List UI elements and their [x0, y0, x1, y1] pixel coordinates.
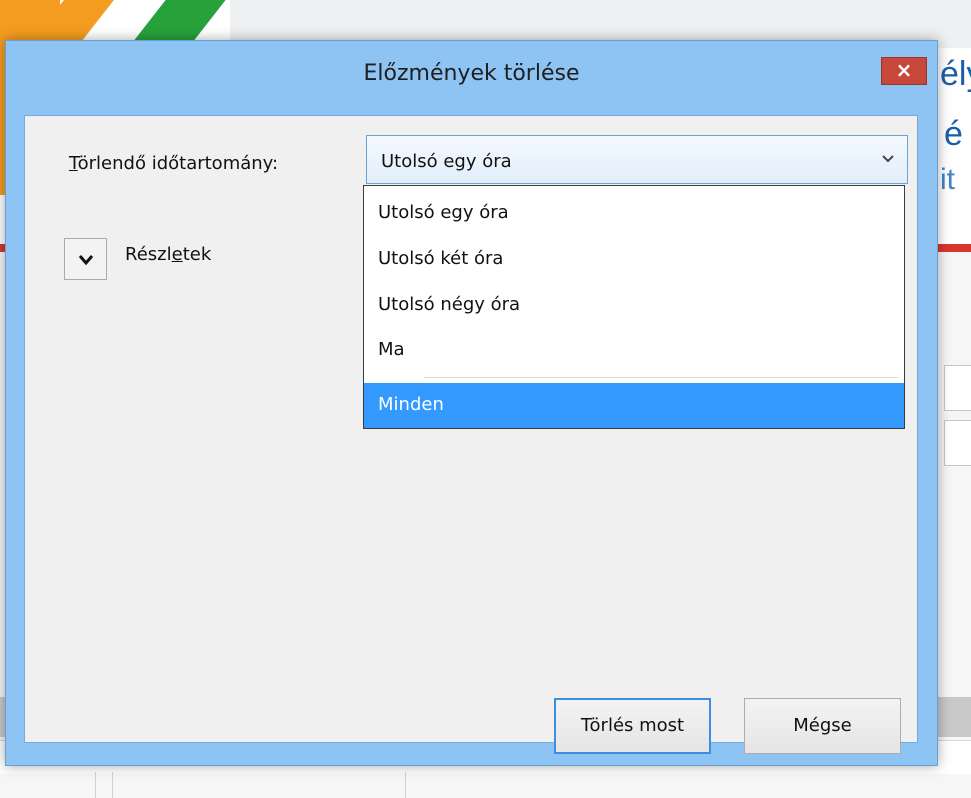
time-range-label-accesskey: T [69, 153, 78, 174]
background-text: é [944, 115, 963, 153]
dropdown-separator [424, 377, 898, 378]
dialog-title: Előzmények törlése [363, 61, 580, 86]
background-separator [112, 772, 113, 798]
details-toggle-button[interactable] [64, 238, 107, 280]
time-range-label-text: örlendő időtartomány: [77, 153, 279, 174]
time-range-dropdown-list: Utolsó egy óra Utolsó két óra Utolsó nég… [363, 185, 905, 429]
details-label-accesskey: e [171, 244, 183, 265]
close-icon: × [895, 58, 913, 82]
details-label-part: tek [182, 244, 212, 265]
cancel-button[interactable]: Mégse [744, 698, 901, 754]
dropdown-option-everything-label: Minden [378, 394, 444, 415]
dropdown-option-last-hour[interactable]: Utolsó egy óra [378, 202, 509, 223]
details-label-part: Részl [125, 244, 172, 265]
clear-now-button[interactable]: Törlés most [554, 698, 711, 754]
dialog-titlebar[interactable]: Előzmények törlése × [6, 41, 937, 109]
background-separator [95, 772, 96, 798]
dropdown-option-today[interactable]: Ma [378, 339, 405, 360]
background-field [944, 420, 971, 466]
details-label[interactable]: Részletek [125, 244, 211, 265]
dropdown-option-everything[interactable]: Minden [364, 383, 904, 428]
dropdown-option-last-two-hours[interactable]: Utolsó két óra [378, 248, 503, 269]
background-separator [405, 772, 406, 798]
background-text: ély [940, 55, 971, 93]
chevron-down-icon [881, 152, 895, 168]
background-field [944, 365, 971, 411]
dropdown-option-last-four-hours[interactable]: Utolsó négy óra [378, 294, 520, 315]
time-range-selected-value: Utolsó egy óra [381, 151, 512, 172]
close-button[interactable]: × [881, 57, 927, 85]
chevron-down-icon [78, 255, 93, 266]
time-range-select[interactable]: Utolsó egy óra [366, 135, 908, 184]
time-range-label: Törlendő időtartomány: [69, 153, 278, 174]
background-text: it [940, 163, 955, 196]
